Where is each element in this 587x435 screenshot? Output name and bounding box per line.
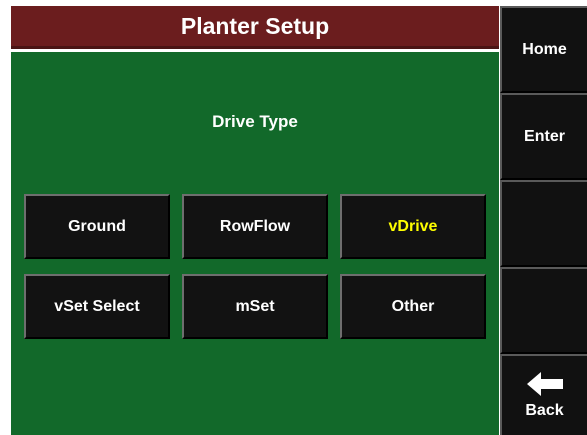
option-rowflow-button[interactable]: RowFlow bbox=[182, 194, 328, 259]
enter-label: Enter bbox=[524, 127, 565, 145]
left-arrow-icon bbox=[526, 371, 563, 396]
option-mset-button[interactable]: mSet bbox=[182, 274, 328, 339]
drive-type-prompt: Drive Type bbox=[212, 112, 298, 131]
home-label: Home bbox=[522, 40, 567, 58]
main-panel: Drive Type Ground RowFlow vDrive vSet Se… bbox=[11, 52, 499, 435]
home-button[interactable]: Home bbox=[500, 6, 587, 93]
option-vset-select-button[interactable]: vSet Select bbox=[24, 274, 170, 339]
option-vdrive-button[interactable]: vDrive bbox=[340, 194, 486, 259]
option-other-button[interactable]: Other bbox=[340, 274, 486, 339]
enter-button[interactable]: Enter bbox=[500, 93, 587, 180]
side-button-bar: Home Enter Back bbox=[500, 6, 587, 435]
soft-key-3-button[interactable] bbox=[500, 180, 587, 267]
page-title: Planter Setup bbox=[11, 6, 499, 49]
planter-setup-screen: Planter Setup Drive Type Ground RowFlow … bbox=[11, 6, 499, 435]
soft-key-4-button[interactable] bbox=[500, 267, 587, 354]
back-button[interactable]: Back bbox=[500, 354, 587, 435]
option-ground-button[interactable]: Ground bbox=[24, 194, 170, 259]
back-label: Back bbox=[525, 401, 564, 419]
